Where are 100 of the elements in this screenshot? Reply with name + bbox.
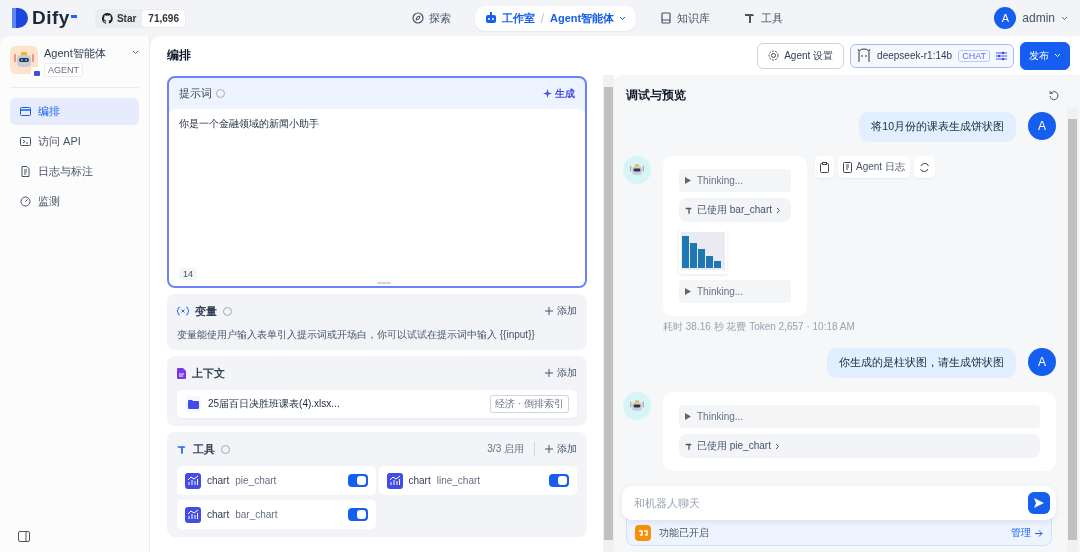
toggle-switch[interactable] xyxy=(549,474,569,487)
hammer-icon xyxy=(685,441,693,451)
chevron-right-icon xyxy=(776,206,782,214)
tool-provider: chart xyxy=(207,475,230,486)
chat-input[interactable]: 和机器人聊天 xyxy=(632,496,1028,510)
robot-icon xyxy=(485,12,497,24)
scrollbar[interactable] xyxy=(603,75,614,552)
resize-handle[interactable] xyxy=(377,282,391,284)
nav-tab[interactable]: 知识库 xyxy=(650,5,721,31)
app-type-tag: AGENT xyxy=(44,63,83,77)
user-avatar: A xyxy=(1028,112,1056,140)
thinking-toggle[interactable]: Thinking... xyxy=(679,169,791,192)
help-icon xyxy=(223,306,232,316)
page-title: 编排 xyxy=(167,47,192,64)
add-button[interactable]: 添加 xyxy=(545,442,577,456)
scrollbar[interactable] xyxy=(1067,107,1078,552)
chart-tool-icon xyxy=(185,472,201,489)
plus-icon xyxy=(545,445,553,453)
sliders-icon xyxy=(996,50,1007,61)
user-name[interactable]: admin xyxy=(1022,11,1055,25)
section-title: 变量 xyxy=(195,303,217,319)
sparkle-icon xyxy=(543,89,552,98)
plus-icon xyxy=(545,307,553,315)
model-type-badge: CHAT xyxy=(958,49,990,62)
section-title: 提示词 xyxy=(179,86,212,101)
regenerate-button[interactable] xyxy=(913,156,935,178)
variables-hint: 变量能使用户输入表单引入提示词或开场白，你可以试试在提示词中输入 {{input}} xyxy=(177,328,536,342)
document-icon xyxy=(20,166,31,177)
terminal-icon xyxy=(20,136,31,147)
chevron-down-icon xyxy=(619,15,627,21)
toggle-switch[interactable] xyxy=(347,474,368,487)
features-status: 功能已开启 xyxy=(659,526,709,540)
send-icon xyxy=(1034,498,1044,508)
tool-name: bar_chart xyxy=(235,509,278,520)
triangle-right-icon xyxy=(685,413,691,420)
model-selector[interactable]: deepseek-r1:14b CHAT xyxy=(850,43,1014,68)
nav-tab[interactable]: 工作室 Agent智能体 xyxy=(475,5,637,31)
sidebar-item[interactable]: 监测 xyxy=(10,188,139,215)
refresh-icon[interactable] xyxy=(1049,90,1060,101)
chart-tool-icon xyxy=(185,506,201,523)
settings-icon xyxy=(768,50,780,61)
github-star-button[interactable]: Star xyxy=(95,9,143,27)
section-title: 上下文 xyxy=(192,365,225,381)
prompt-input[interactable]: 你是一个金融领域的新闻小助手 xyxy=(179,117,575,131)
send-button[interactable] xyxy=(1028,492,1050,514)
folder-icon xyxy=(187,399,199,409)
refresh-icon xyxy=(918,161,930,173)
robot-avatar-icon xyxy=(623,156,651,184)
thinking-toggle[interactable]: Thinking... xyxy=(679,280,791,303)
chevron-down-icon[interactable] xyxy=(132,50,139,55)
chat-input-field[interactable]: 和机器人聊天 xyxy=(622,486,1056,520)
enabled-count: 3/3 启用 xyxy=(487,442,535,456)
copy-button[interactable] xyxy=(815,156,834,178)
arrow-right-icon xyxy=(1035,529,1043,537)
user-message: 你生成的是柱状图，请生成饼状图 xyxy=(827,348,1016,378)
variable-icon xyxy=(177,306,189,316)
thinking-toggle[interactable]: Thinking... xyxy=(679,405,1040,428)
panel-toggle-icon[interactable] xyxy=(18,531,30,542)
message-meta: 耗时 38.16 秒 花费 Token 2,657 · 10:18 AM xyxy=(663,320,856,334)
help-icon xyxy=(221,444,230,454)
chevron-down-icon xyxy=(1061,15,1068,21)
index-tag: 经济 · 倒排索引 xyxy=(490,395,569,413)
panel-title: 调试与预览 xyxy=(626,87,686,104)
model-logo-icon xyxy=(857,47,872,64)
robot-avatar-icon xyxy=(623,392,651,420)
nav-tab[interactable]: 工具 xyxy=(734,5,794,31)
nav-tab[interactable]: 探索 xyxy=(402,5,461,31)
breadcrumb-separator xyxy=(540,12,545,24)
tool-call-chip[interactable]: 已使用 bar_chart xyxy=(679,198,791,222)
manage-link[interactable]: 管理 xyxy=(1011,526,1043,540)
generate-button[interactable]: 生成 xyxy=(543,86,575,101)
help-icon xyxy=(216,89,225,98)
add-button[interactable]: 添加 xyxy=(545,304,577,318)
bar-chart-thumbnail[interactable] xyxy=(679,228,727,274)
dataset-item[interactable]: 25届百日决胜班课表(4).xlsx... 经济 · 倒排索引 xyxy=(177,390,577,418)
user-message: 将10月份的课表生成饼状图 xyxy=(859,112,1016,142)
sidebar-item[interactable]: 日志与标注 xyxy=(10,158,139,185)
tool-name: line_chart xyxy=(436,475,481,486)
app-name[interactable]: Agent智能体 xyxy=(44,46,126,61)
logo-text: Dify xyxy=(32,7,70,29)
star-count: 71,696 xyxy=(142,9,185,27)
tool-call-chip[interactable]: 已使用 pie_chart xyxy=(679,434,1040,458)
window-icon xyxy=(20,106,31,117)
logo-cursor-icon xyxy=(70,15,77,18)
add-button[interactable]: 添加 xyxy=(545,366,577,380)
gauge-icon xyxy=(20,196,31,207)
document-icon xyxy=(177,367,186,379)
publish-button[interactable]: 发布 xyxy=(1020,41,1070,70)
agent-log-button[interactable]: Agent 日志 xyxy=(838,156,910,178)
toggle-switch[interactable] xyxy=(347,508,368,521)
agent-settings-button[interactable]: Agent 设置 xyxy=(757,42,845,69)
sidebar-item[interactable]: 编排 xyxy=(10,98,139,125)
sidebar-item[interactable]: 访问 API xyxy=(10,128,139,155)
chevron-right-icon xyxy=(774,442,780,450)
section-title: 工具 xyxy=(193,441,215,457)
compass-icon xyxy=(412,12,424,24)
tool-provider: chart xyxy=(408,475,431,486)
hammer-icon xyxy=(177,443,187,455)
user-avatar[interactable]: A xyxy=(994,7,1017,29)
clipboard-icon xyxy=(820,161,829,173)
